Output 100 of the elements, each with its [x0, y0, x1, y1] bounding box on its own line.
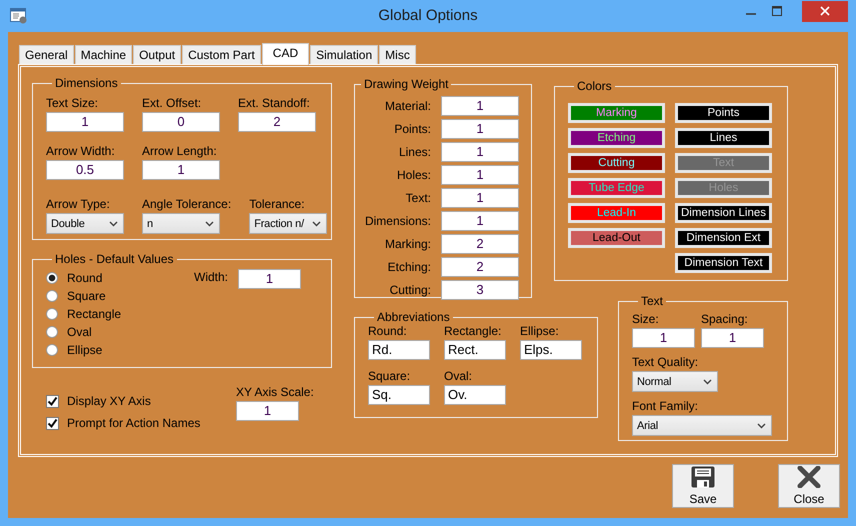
field-label: Dimensions:	[364, 214, 431, 228]
field-label: Material:	[384, 98, 431, 112]
field-label: Rectangle:	[444, 324, 502, 338]
tab[interactable]: Misc	[379, 45, 416, 64]
radio-label[interactable]: Oval	[67, 325, 92, 339]
dropdown[interactable]: Fraction n/	[249, 213, 328, 234]
input-field[interactable]: Sq.	[368, 385, 430, 405]
radio-label[interactable]: Square	[67, 289, 106, 303]
color-button[interactable]: Lines	[675, 128, 772, 148]
radio-button[interactable]	[46, 272, 58, 284]
field-label: Holes:	[396, 168, 431, 182]
tab[interactable]: Machine	[74, 45, 132, 64]
field-label: Arrow Type:	[46, 197, 111, 211]
input-field[interactable]: 0	[142, 112, 220, 132]
checkbox-label[interactable]: Prompt for Action Names	[67, 416, 200, 430]
group-title: Abbreviations	[376, 310, 451, 324]
group-title: Text	[640, 294, 664, 308]
close-button[interactable]	[802, 0, 848, 22]
radio-button[interactable]	[46, 308, 58, 320]
save-button[interactable]: Save	[672, 464, 734, 508]
input-field[interactable]: 1	[441, 142, 519, 162]
input-field[interactable]: 1	[632, 328, 695, 348]
field-label: Angle Tolerance:	[142, 197, 232, 211]
color-button[interactable]: Points	[675, 103, 772, 123]
input-field[interactable]: 3	[441, 280, 519, 300]
field-label: Square:	[368, 369, 412, 383]
dropdown[interactable]: Double	[46, 213, 124, 234]
field-label: Ext. Standoff:	[238, 96, 311, 110]
checkbox[interactable]	[46, 394, 59, 408]
close-button[interactable]: Close	[778, 464, 840, 508]
tab[interactable]: Output	[133, 45, 182, 64]
radio-label[interactable]: Round	[67, 271, 102, 285]
radio-label[interactable]: Ellipse	[67, 343, 102, 357]
input-field[interactable]: 2	[441, 234, 519, 254]
field-label: Text:	[404, 190, 431, 204]
caret-icon	[109, 220, 118, 226]
field-label: Font Family:	[632, 399, 700, 413]
input-field[interactable]: 1	[441, 164, 519, 184]
maximize-icon[interactable]	[772, 6, 782, 16]
input-field[interactable]: 1	[46, 112, 124, 132]
input-field[interactable]: Elps.	[520, 340, 582, 360]
field-label: Cutting:	[388, 282, 431, 296]
input-field[interactable]: 1	[441, 118, 519, 138]
caret-icon	[757, 422, 766, 428]
dropdown[interactable]: Arial	[632, 415, 772, 436]
input-field[interactable]: 1	[142, 160, 220, 180]
app-icon	[10, 8, 28, 24]
group-title: Dimensions	[54, 76, 119, 90]
field-label: Ext. Offset:	[142, 96, 202, 110]
checkbox[interactable]	[46, 416, 59, 430]
input-field[interactable]: 1	[238, 269, 302, 289]
field-label: Arrow Width:	[46, 144, 116, 158]
color-button[interactable]: Cutting	[568, 153, 665, 173]
dropdown[interactable]: Normal	[632, 371, 718, 392]
dropdown[interactable]: n	[142, 213, 220, 234]
radio-button[interactable]	[46, 290, 58, 302]
field-label: Oval:	[444, 369, 474, 383]
input-field[interactable]: Rect.	[444, 340, 506, 360]
input-field[interactable]: 0.5	[46, 160, 124, 180]
input-field[interactable]: 1	[441, 96, 519, 116]
x-icon	[797, 466, 821, 488]
close-icon	[820, 6, 830, 16]
tab[interactable]: Custom Part	[182, 45, 261, 64]
tab[interactable]: General	[19, 45, 74, 64]
color-button[interactable]: Dimension Text	[675, 253, 772, 273]
field-label: Marking:	[384, 236, 431, 250]
field-label: Ellipse:	[520, 324, 560, 338]
radio-label[interactable]: Rectangle	[67, 307, 122, 321]
input-field[interactable]: Ov.	[444, 385, 506, 405]
checkbox-label[interactable]: Display XY Axis	[67, 394, 151, 408]
caret-icon	[312, 220, 322, 226]
color-button[interactable]: Lead-Out	[568, 228, 665, 248]
color-button[interactable]: Dimension Lines	[675, 203, 772, 223]
caret-icon	[703, 378, 712, 384]
group-title: Holes - Default Values	[54, 252, 174, 266]
group-title: Drawing Weight	[363, 77, 450, 91]
field-label: Tolerance:	[249, 197, 306, 211]
caret-icon	[205, 220, 214, 226]
input-field[interactable]: 2	[238, 112, 316, 132]
tab[interactable]: CAD	[262, 43, 310, 65]
input-field[interactable]: 1	[701, 328, 764, 348]
input-field[interactable]: 1	[441, 210, 519, 230]
input-field[interactable]: Rd.	[368, 340, 430, 360]
radio-button[interactable]	[46, 344, 58, 356]
field-label: Text Quality:	[632, 355, 700, 369]
tab[interactable]: Simulation	[310, 45, 378, 64]
window-title: Global Options	[378, 7, 478, 24]
color-button[interactable]: Etching	[568, 128, 665, 148]
input-field[interactable]: 1	[236, 401, 299, 421]
input-field[interactable]: 1	[441, 188, 519, 208]
input-field[interactable]: 2	[441, 256, 519, 276]
radio-button[interactable]	[46, 326, 58, 338]
group-title: Colors	[576, 79, 613, 93]
field-label: Size:	[632, 312, 660, 326]
field-label: Text Size:	[46, 96, 100, 110]
field-label: Lines:	[398, 144, 431, 158]
field-label: Round:	[368, 324, 408, 338]
field-label: Points:	[393, 122, 431, 136]
color-button[interactable]: Dimension Ext	[675, 228, 772, 248]
field-label: Arrow Length:	[142, 144, 218, 158]
